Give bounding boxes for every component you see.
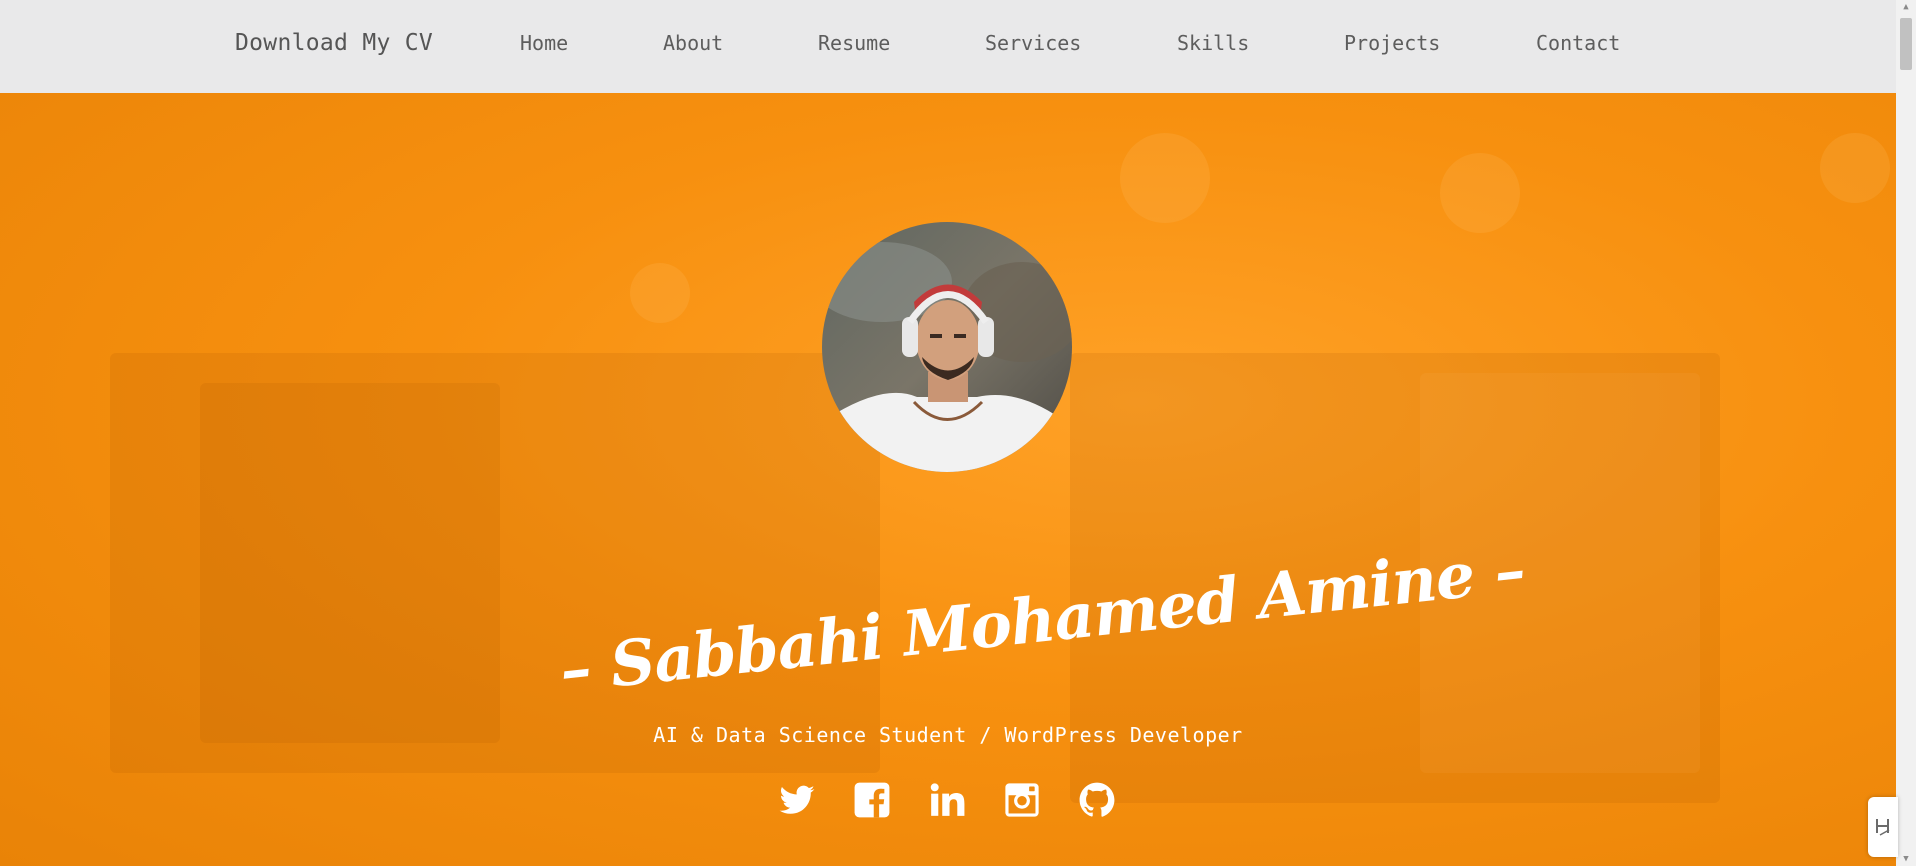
profile-photo [822,222,1072,472]
background-decoration [1820,133,1890,203]
scroll-down-arrow[interactable]: ▼ [1896,852,1916,866]
background-decoration [1440,153,1520,233]
background-decoration [1120,133,1210,223]
nav-skills[interactable]: Skills [1177,31,1249,55]
chat-widget-icon [1876,819,1890,836]
twitter-icon[interactable] [778,781,816,819]
scroll-up-arrow[interactable]: ▲ [1896,0,1916,14]
background-decoration [200,383,500,743]
download-cv-link[interactable]: Download My CV [235,30,433,56]
nav-resume[interactable]: Resume [818,31,890,55]
chat-widget-button[interactable] [1868,797,1898,857]
github-icon[interactable] [1078,781,1116,819]
instagram-icon[interactable] [1003,781,1041,819]
background-decoration [630,263,690,323]
nav-contact[interactable]: Contact [1536,31,1620,55]
nav-about[interactable]: About [663,31,723,55]
hero-subtitle: AI & Data Science Student / WordPress De… [653,723,1243,747]
nav-projects[interactable]: Projects [1344,31,1440,55]
scroll-thumb[interactable] [1900,18,1912,70]
nav-services[interactable]: Services [985,31,1081,55]
nav-home[interactable]: Home [520,31,568,55]
linkedin-icon[interactable] [928,781,966,819]
facebook-icon[interactable] [853,781,891,819]
hero-section: – Sabbahi Mohamed Amine – AI & Data Scie… [0,93,1896,866]
profile-avatar [822,222,1072,472]
page-scrollbar[interactable]: ▲ ▼ [1896,0,1916,866]
top-navbar: Download My CV Home About Resume Service… [0,0,1896,93]
